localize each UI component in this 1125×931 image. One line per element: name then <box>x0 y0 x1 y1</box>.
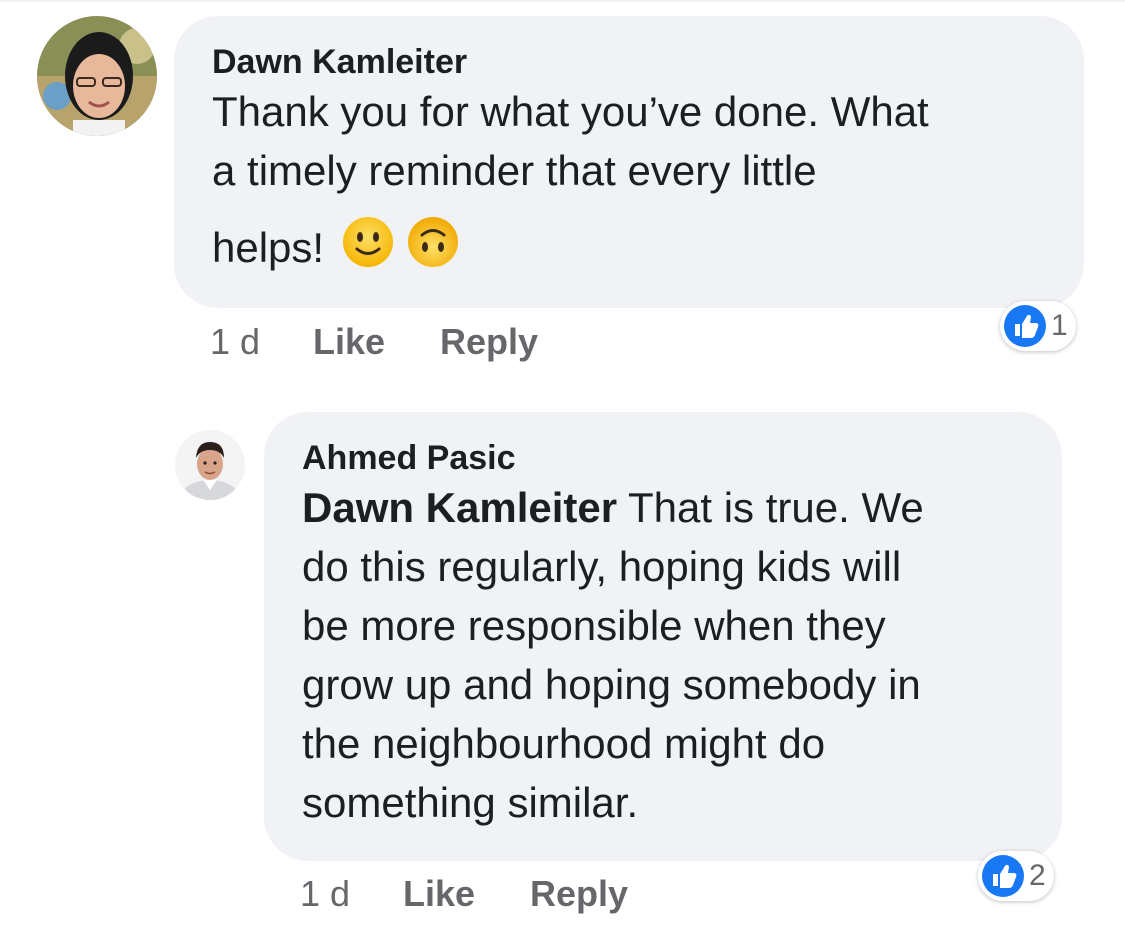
comment-line: helps! <box>212 216 1046 277</box>
reply-text: Dawn Kamleiter That is true. We do this … <box>302 478 1024 832</box>
reaction-badge[interactable]: 1 <box>1000 301 1076 351</box>
reply-timestamp[interactable]: 1 d <box>300 873 350 915</box>
reply-line: grow up and hoping somebody in <box>302 661 921 708</box>
comment-bubble: Dawn Kamleiter Thank you for what you’ve… <box>174 16 1084 308</box>
reply-line: be more responsible when they <box>302 602 886 649</box>
comment-line: Thank you for what you’ve done. What <box>212 88 929 135</box>
like-button[interactable]: Like <box>403 873 475 915</box>
mention-link[interactable]: Dawn Kamleiter <box>302 484 617 531</box>
upside-down-face-emoji-icon <box>407 216 459 268</box>
comment-text: Thank you for what you’ve done. What a t… <box>212 82 1046 277</box>
like-button[interactable]: Like <box>313 321 385 363</box>
top-divider <box>0 0 1125 2</box>
reply-line: Dawn Kamleiter That is true. We <box>302 478 1024 537</box>
reply-line: something similar. <box>302 779 639 826</box>
avatar-dawn-kamleiter[interactable] <box>37 16 157 136</box>
comment-author[interactable]: Dawn Kamleiter <box>212 42 1046 82</box>
reaction-count: 1 <box>1051 309 1068 342</box>
comment-line: helps! <box>212 224 325 271</box>
comment-timestamp[interactable]: 1 d <box>210 321 260 363</box>
reply-author[interactable]: Ahmed Pasic <box>302 438 1024 478</box>
reply-line: the neighbourhood might do <box>302 720 826 767</box>
reaction-badge[interactable]: 2 <box>978 851 1054 901</box>
comment-line: a timely reminder that every little <box>212 147 817 194</box>
thumbs-up-icon <box>982 855 1024 897</box>
slightly-smiling-face-emoji-icon <box>342 216 394 268</box>
reply-button[interactable]: Reply <box>530 873 628 915</box>
reply-bubble: Ahmed Pasic Dawn Kamleiter That is true.… <box>264 412 1062 861</box>
reply-button[interactable]: Reply <box>440 321 538 363</box>
avatar-ahmed-pasic[interactable] <box>175 430 245 500</box>
reply-line-rest: That is true. We <box>617 484 924 531</box>
reply-line: do this regularly, hoping kids will <box>302 543 902 590</box>
thumbs-up-icon <box>1004 305 1046 347</box>
reaction-count: 2 <box>1029 859 1046 892</box>
